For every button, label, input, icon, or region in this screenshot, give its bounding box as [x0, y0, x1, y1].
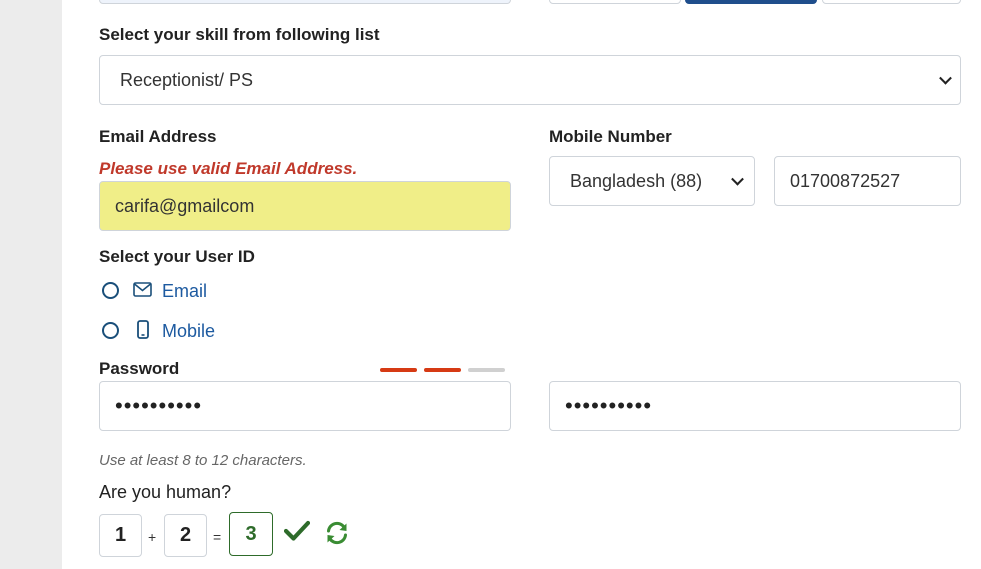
email-input-value: carifa@gmailcom	[115, 195, 255, 216]
chevron-down-icon	[731, 172, 744, 186]
country-code-select[interactable]: Bangladesh (88)	[549, 156, 755, 206]
country-code-value: Bangladesh (88)	[570, 170, 703, 191]
user-id-email-radio[interactable]	[102, 282, 119, 299]
confirm-password-input[interactable]: ••••••••••	[549, 381, 961, 431]
chevron-down-icon	[939, 71, 952, 85]
captcha-operand-b: 2	[164, 514, 207, 557]
skill-select[interactable]: Receptionist/ PS	[99, 55, 961, 105]
skill-selected-value: Receptionist/ PS	[120, 69, 254, 90]
captcha-label: Are you human?	[99, 482, 232, 502]
user-id-label: Select your User ID	[99, 247, 255, 266]
email-label: Email Address	[99, 127, 217, 146]
prev-button-remnant-2	[685, 0, 817, 4]
user-id-email-label[interactable]: Email	[162, 281, 207, 302]
mobile-label: Mobile Number	[549, 127, 672, 146]
password-input[interactable]: ••••••••••	[99, 381, 511, 431]
password-hint: Use at least 8 to 12 characters.	[99, 452, 307, 469]
password-label: Password	[99, 359, 180, 378]
user-id-mobile-radio[interactable]	[102, 322, 119, 339]
mobile-phone-icon	[137, 320, 149, 344]
prev-button-remnant-3	[822, 0, 961, 4]
captcha-operand-a: 1	[99, 514, 142, 557]
password-strength-bar-3	[468, 368, 505, 372]
mobile-number-value: 01700872527	[790, 170, 901, 191]
captcha-plus: +	[148, 529, 157, 545]
captcha-equals: =	[213, 529, 222, 545]
mobile-number-input[interactable]: 01700872527	[774, 156, 961, 206]
user-id-mobile-label[interactable]: Mobile	[162, 321, 215, 342]
prev-field-remnant	[99, 0, 511, 4]
email-input[interactable]: carifa@gmailcom	[99, 181, 511, 231]
prev-button-remnant-1	[549, 0, 681, 4]
password-strength-bar-2	[424, 368, 461, 372]
password-input-value: ••••••••••	[115, 393, 203, 418]
refresh-icon[interactable]	[324, 520, 350, 551]
envelope-icon	[133, 282, 152, 302]
left-gutter	[0, 0, 62, 569]
email-error-message: Please use valid Email Address.	[99, 159, 358, 178]
skill-label: Select your skill from following list	[99, 25, 380, 44]
confirm-password-input-value: ••••••••••	[565, 393, 653, 418]
check-icon	[283, 520, 311, 547]
captcha-answer-input[interactable]: 3	[229, 512, 273, 556]
password-strength-bar-1	[380, 368, 417, 372]
